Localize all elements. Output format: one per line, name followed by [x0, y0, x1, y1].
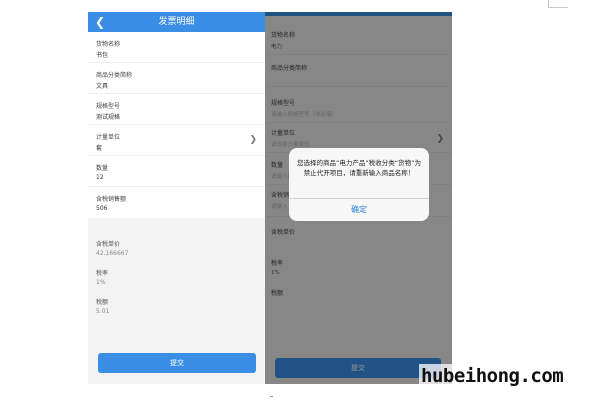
quantity-input[interactable]: 12 — [96, 174, 104, 181]
amount-row[interactable]: 含税销售额 506 — [88, 187, 265, 218]
field-label: 含税单价 — [96, 241, 121, 248]
quantity-row[interactable]: 数量 12 — [88, 156, 265, 187]
divider — [270, 396, 273, 397]
tax-rate-value: 1% — [96, 279, 106, 286]
confirm-button[interactable]: 确定 — [289, 199, 429, 221]
spec-row[interactable]: 规格型号 测试规格 — [88, 94, 265, 125]
field-label: 规格型号 — [96, 103, 121, 110]
goods-name-row[interactable]: 货物名称 书包 — [88, 32, 265, 63]
page-title: 发票明细 — [158, 17, 195, 27]
nav-bar: ❮ 发票明细 — [88, 12, 265, 32]
field-label: 税额 — [96, 299, 109, 306]
site-watermark: hubeihong.com — [419, 364, 566, 388]
field-label: 税率 — [96, 270, 109, 277]
tax-rate-row: 税率 1% — [88, 262, 265, 291]
invoice-form: 货物名称 书包 商品分类简称 文具 规格型号 测试规格 计量单位 套 ❯ 数量 … — [88, 32, 265, 218]
tax-amount-row: 税额 5.01 — [88, 291, 265, 320]
unit-price-row: 含税单价 42.166667 — [88, 233, 265, 262]
spec-input[interactable]: 测试规格 — [96, 112, 120, 121]
alert-message: 您选择的商品“电力产品”税收分类“货物”为禁止代开项目，请重新输入商品名称！ — [297, 159, 421, 177]
unit-select[interactable]: 套 — [96, 143, 102, 152]
field-label: 数量 — [96, 165, 109, 172]
submit-button[interactable]: 提交 — [98, 353, 256, 373]
field-label: 含税销售额 — [96, 196, 127, 203]
field-label: 计量单位 — [96, 134, 121, 141]
corner-mark — [548, 7, 568, 8]
category-row[interactable]: 商品分类简称 文具 — [88, 63, 265, 94]
tax-amount-value: 5.01 — [96, 308, 110, 315]
amount-input[interactable]: 506 — [96, 205, 107, 212]
field-label: 货物名称 — [96, 41, 121, 48]
unit-price-value: 42.166667 — [96, 250, 129, 257]
unit-row[interactable]: 计量单位 套 ❯ — [88, 125, 265, 156]
readonly-fields: 含税单价 42.166667 税率 1% 税额 5.01 — [88, 233, 265, 320]
field-label: 商品分类简称 — [96, 72, 133, 79]
left-phone-screen: ❮ 发票明细 货物名称 书包 商品分类简称 文具 规格型号 测试规格 计量单位 … — [88, 12, 265, 384]
alert-dialog: 您选择的商品“电力产品”税收分类“货物”为禁止代开项目，请重新输入商品名称！ 确… — [289, 148, 429, 221]
chevron-right-icon[interactable]: ❯ — [249, 135, 257, 145]
category-value: 文具 — [96, 83, 109, 90]
goods-name-input[interactable]: 书包 — [96, 50, 108, 59]
